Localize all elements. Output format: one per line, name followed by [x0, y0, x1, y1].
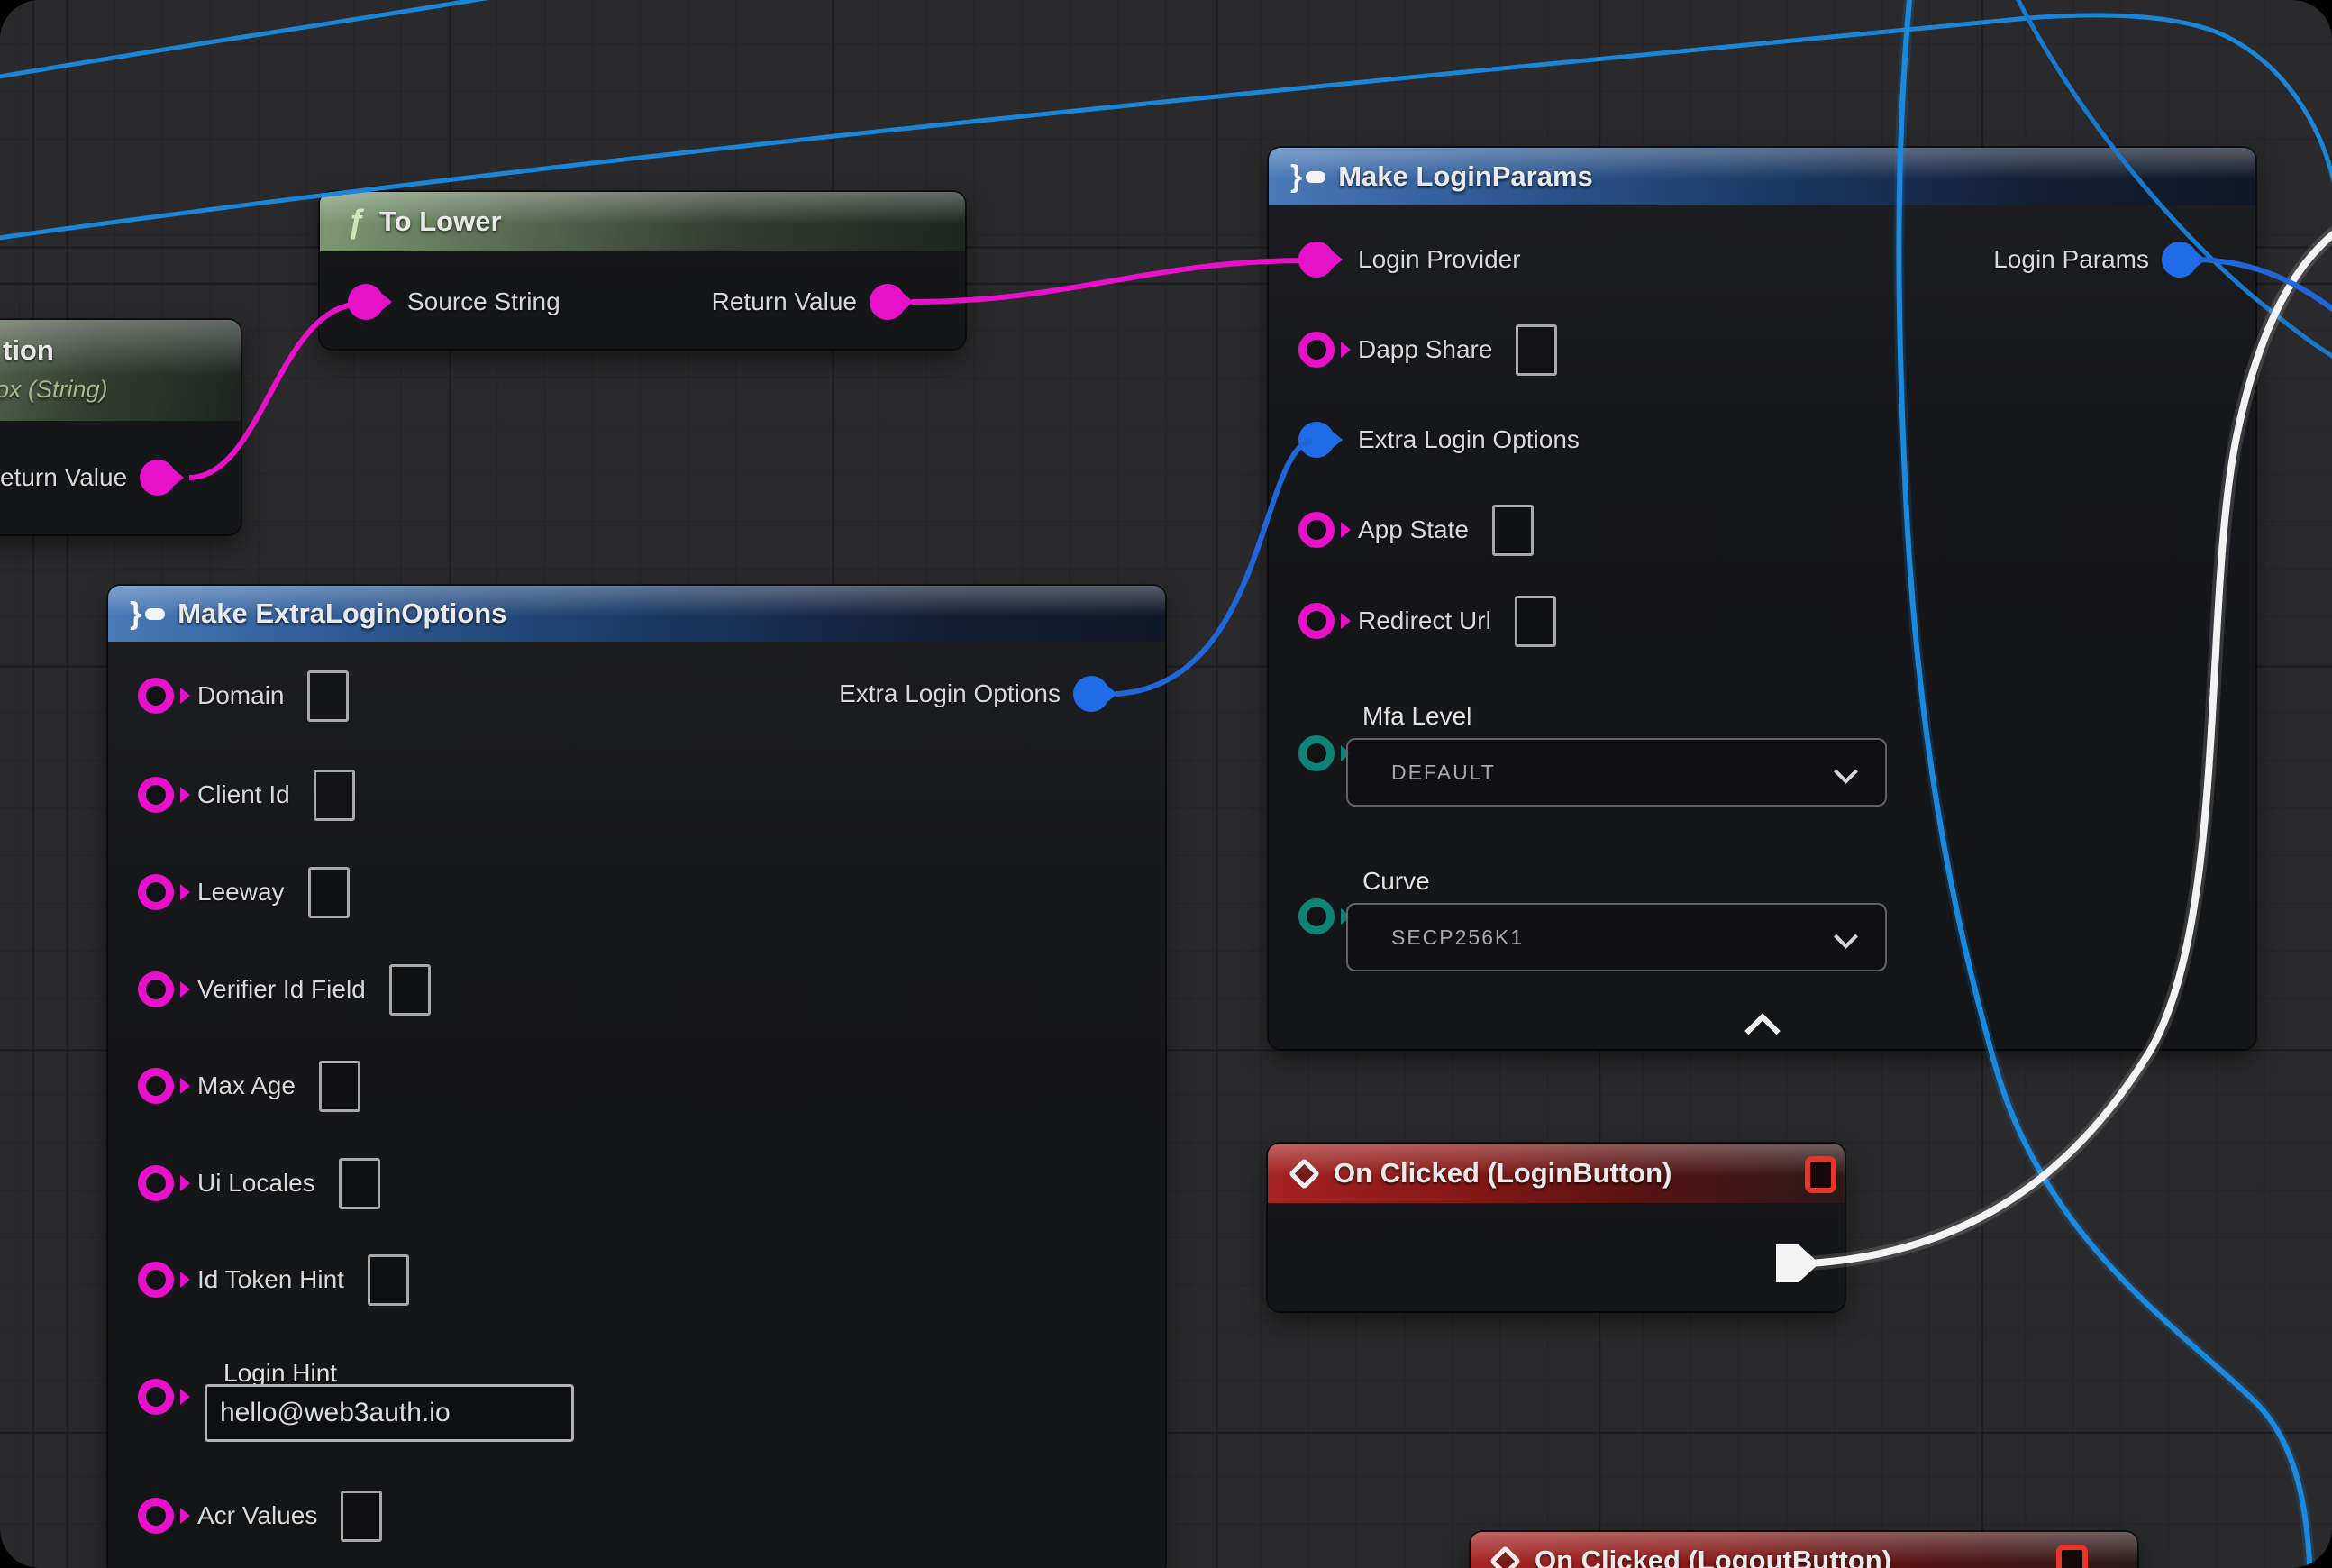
- return-value-pin[interactable]: [870, 284, 906, 320]
- client-id-label: Client Id: [197, 780, 290, 809]
- login-hint-pin[interactable]: [138, 1379, 174, 1415]
- redirect-url-checkbox[interactable]: [1515, 596, 1556, 647]
- curve-dropdown[interactable]: SECP256K1: [1346, 903, 1887, 971]
- node-make-login-params[interactable]: } Make LoginParams Login Provider Dapp S…: [1269, 148, 2255, 1049]
- node-params-title: Make LoginParams: [1338, 160, 1593, 193]
- max-age-checkbox[interactable]: [319, 1061, 360, 1112]
- login-hint-input[interactable]: [205, 1384, 574, 1442]
- id-token-hint-checkbox[interactable]: [368, 1254, 409, 1306]
- domain-label: Domain: [197, 681, 284, 710]
- max-age-pin[interactable]: [138, 1068, 174, 1104]
- app-state-label: App State: [1358, 515, 1469, 544]
- string-output-pin[interactable]: [140, 460, 176, 496]
- node-getter-partial[interactable]: tion ox (String) eturn Value: [0, 320, 241, 534]
- id-token-hint-pin[interactable]: [138, 1262, 174, 1298]
- login-provider-label: Login Provider: [1358, 245, 1521, 274]
- curve-value: SECP256K1: [1391, 925, 1524, 950]
- acr-values-checkbox[interactable]: [341, 1491, 382, 1542]
- wire-string-tolower-loginprovider[interactable]: [912, 260, 1308, 302]
- node-getter-subtitle: ox (String): [0, 376, 108, 404]
- node-extra-title: Make ExtraLoginOptions: [178, 597, 506, 630]
- leeway-pin[interactable]: [138, 874, 174, 910]
- curve-label: Curve: [1362, 867, 1430, 896]
- chevron-down-icon: [1834, 925, 1858, 949]
- ui-locales-label: Ui Locales: [197, 1169, 315, 1198]
- delegate-output-pin[interactable]: [2056, 1545, 2088, 1568]
- mfa-level-label: Mfa Level: [1362, 702, 1471, 731]
- return-value-pin-label: eturn Value: [0, 463, 127, 492]
- leeway-label: Leeway: [197, 878, 285, 907]
- extra-login-options-in-pin[interactable]: [1298, 422, 1335, 458]
- delegate-output-pin[interactable]: [1805, 1156, 1836, 1193]
- collapse-node-chevron-icon[interactable]: [1744, 1013, 1781, 1049]
- mfa-level-dropdown[interactable]: DEFAULT: [1346, 738, 1887, 807]
- mfa-level-pin[interactable]: [1298, 735, 1335, 771]
- node-on-clicked-logout-button[interactable]: On Clicked (LogoutButton): [1471, 1532, 2137, 1568]
- make-struct-icon: }: [130, 598, 165, 629]
- function-icon: ƒ: [347, 205, 365, 238]
- login-params-out-label: Login Params: [1993, 245, 2149, 274]
- id-token-hint-label: Id Token Hint: [197, 1265, 344, 1294]
- return-value-label: Return Value: [712, 287, 857, 316]
- verifier-id-field-label: Verifier Id Field: [197, 975, 366, 1004]
- chevron-down-icon: [1834, 760, 1858, 784]
- verifier-id-field-checkbox[interactable]: [389, 964, 431, 1016]
- domain-checkbox[interactable]: [307, 670, 349, 722]
- login-params-out-pin[interactable]: [2162, 242, 2198, 278]
- redirect-url-pin[interactable]: [1298, 603, 1335, 639]
- leeway-checkbox[interactable]: [308, 867, 350, 918]
- blueprint-graph-canvas[interactable]: tion ox (String) eturn Value ƒ To Lower …: [0, 0, 2332, 1568]
- node-on-clicked-login-button[interactable]: On Clicked (LoginButton): [1268, 1144, 1845, 1311]
- source-string-pin[interactable]: [348, 284, 384, 320]
- client-id-checkbox[interactable]: [314, 770, 355, 821]
- event-diamond-icon: [1289, 1157, 1320, 1189]
- verifier-id-field-pin[interactable]: [138, 971, 174, 1007]
- extra-login-options-out-label: Extra Login Options: [839, 679, 1061, 708]
- login-provider-pin[interactable]: [1298, 242, 1335, 278]
- client-id-pin[interactable]: [138, 777, 174, 813]
- wire-blue-top-short[interactable]: [0, 0, 631, 81]
- extra-login-options-in-label: Extra Login Options: [1358, 425, 1580, 454]
- exec-output-pin[interactable]: [1776, 1244, 1819, 1282]
- dapp-share-checkbox[interactable]: [1516, 324, 1557, 376]
- node-logout-event-header[interactable]: On Clicked (LogoutButton): [1471, 1532, 2137, 1568]
- curve-pin[interactable]: [1298, 898, 1335, 934]
- node-logout-event-title: On Clicked (LogoutButton): [1535, 1545, 1891, 1568]
- ui-locales-pin[interactable]: [138, 1165, 174, 1201]
- app-state-checkbox[interactable]: [1492, 505, 1534, 556]
- node-login-event-header[interactable]: On Clicked (LoginButton): [1268, 1144, 1845, 1203]
- node-to-lower-title: To Lower: [379, 205, 501, 238]
- acr-values-label: Acr Values: [197, 1501, 317, 1530]
- dapp-share-pin[interactable]: [1298, 332, 1335, 368]
- mfa-level-value: DEFAULT: [1391, 761, 1496, 785]
- node-extra-header[interactable]: } Make ExtraLoginOptions: [108, 586, 1165, 642]
- node-to-lower-header[interactable]: ƒ To Lower: [320, 192, 965, 251]
- redirect-url-label: Redirect Url: [1358, 606, 1491, 635]
- max-age-label: Max Age: [197, 1071, 296, 1100]
- dapp-share-label: Dapp Share: [1358, 335, 1492, 364]
- node-login-event-title: On Clicked (LoginButton): [1334, 1157, 1672, 1190]
- app-state-pin[interactable]: [1298, 512, 1335, 548]
- domain-pin[interactable]: [138, 678, 174, 714]
- ui-locales-checkbox[interactable]: [339, 1158, 380, 1209]
- node-getter-title: tion: [3, 334, 54, 367]
- acr-values-pin[interactable]: [138, 1498, 174, 1534]
- event-diamond-icon: [1489, 1545, 1521, 1568]
- source-string-label: Source String: [407, 287, 560, 316]
- make-struct-icon: }: [1290, 161, 1325, 192]
- node-to-lower[interactable]: ƒ To Lower Source String Return Value: [320, 192, 965, 349]
- extra-login-options-out-pin[interactable]: [1073, 676, 1109, 712]
- node-params-header[interactable]: } Make LoginParams: [1269, 148, 2255, 205]
- node-make-extra-login-options[interactable]: } Make ExtraLoginOptions Domain Client I…: [108, 586, 1165, 1568]
